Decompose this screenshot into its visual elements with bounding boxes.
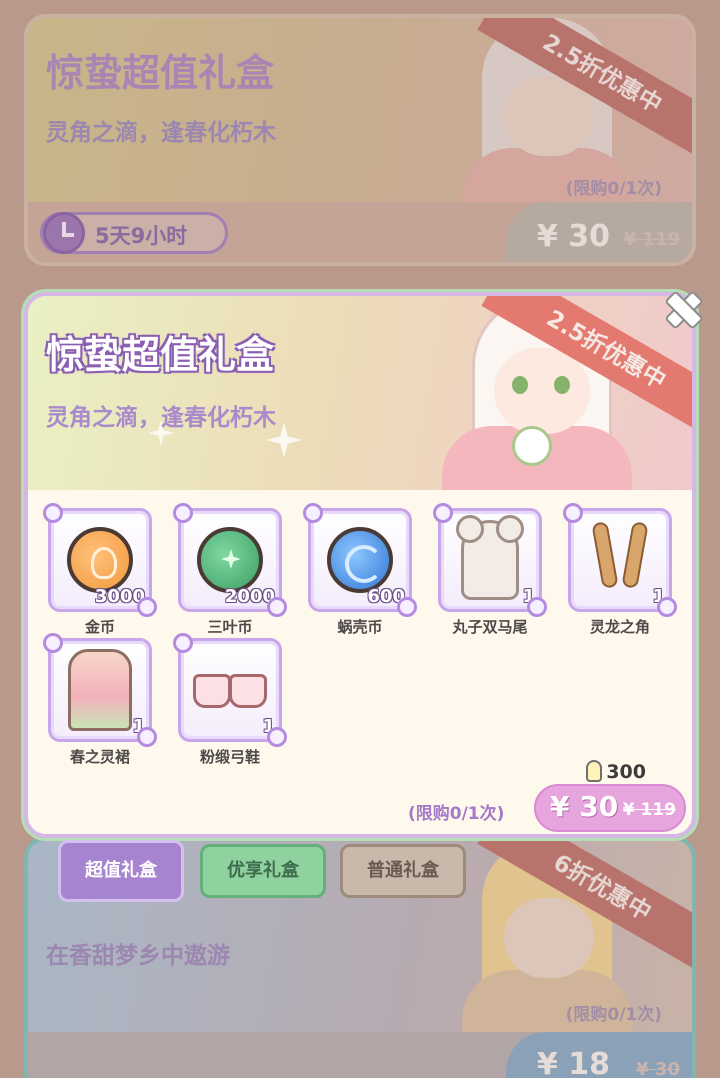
energy-amount: 300	[606, 761, 646, 783]
reward-name: 灵龙之角	[589, 618, 650, 636]
close-icon[interactable]	[664, 290, 700, 326]
reward-item[interactable]: 1 粉缎弓鞋	[173, 633, 287, 767]
reward-count: 600	[367, 586, 405, 607]
reward-count: 1	[522, 586, 535, 607]
twin-bun-hair-icon	[456, 515, 524, 600]
card-subtitle: 灵角之滴，逢春化朽木	[46, 120, 276, 146]
price: ¥ 18	[536, 1047, 610, 1078]
gift-detail-popup: 惊蛰超值礼盒 灵角之滴，逢春化朽木 2.5折优惠中 3000 金币 2000 三…	[24, 292, 696, 838]
card-subtitle: 在香甜梦乡中遨游	[46, 943, 230, 969]
reward-slot: 1	[43, 633, 157, 747]
reward-item[interactable]: 600 蜗壳币	[303, 503, 417, 637]
reward-slot: 3000	[43, 503, 157, 617]
original-price: ¥ 30	[636, 1059, 680, 1078]
reward-list: 3000 金币 2000 三叶币 600 蜗壳币 1 丸子双马尾 1 灵龙之角 …	[28, 490, 692, 834]
original-price: ¥ 119	[623, 229, 680, 250]
card-title: 惊蛰超值礼盒	[46, 51, 275, 95]
reward-name: 粉缎弓鞋	[199, 748, 260, 766]
original-price: ¥ 119	[622, 800, 676, 820]
spring-dress-icon	[68, 649, 132, 731]
reward-slot: 1	[563, 503, 677, 617]
price: ¥ 30	[550, 790, 619, 823]
reward-count: 1	[132, 716, 145, 737]
reward-count: 1	[262, 716, 275, 737]
tab-normal-gift[interactable]: 普通礼盒	[340, 844, 466, 898]
gold-coin-icon	[67, 527, 133, 593]
reward-slot: 2000	[173, 503, 287, 617]
dragon-horn-icon	[585, 522, 655, 598]
reward-name: 春之灵裙	[69, 748, 130, 766]
tab-value-gift[interactable]: 超值礼盒	[58, 840, 184, 902]
countdown-text: 5天9小时	[95, 224, 188, 248]
reward-item[interactable]: 2000 三叶币	[173, 503, 287, 637]
reward-count: 1	[652, 586, 665, 607]
reward-count: 3000	[94, 586, 145, 607]
reward-count: 2000	[224, 586, 275, 607]
reward-name: 三叶币	[207, 618, 253, 636]
clock-icon	[43, 212, 85, 254]
reward-name: 丸子双马尾	[452, 618, 528, 636]
reward-name: 金币	[84, 618, 115, 636]
countdown-timer: 5天9小时	[40, 212, 228, 254]
card-subtitle: 灵角之滴，逢春化朽木	[46, 405, 276, 431]
lightbulb-icon	[586, 760, 603, 782]
reward-item[interactable]: 1 春之灵裙	[43, 633, 157, 767]
reward-slot: 600	[303, 503, 417, 617]
reward-name: 蜗壳币	[337, 618, 383, 636]
reward-slot: 1	[173, 633, 287, 747]
buy-button[interactable]: ¥ 30 ¥ 119	[534, 784, 686, 832]
purchase-limit: (限购0/1次)	[408, 804, 505, 824]
tab-premium-gift[interactable]: 优享礼盒	[200, 844, 326, 898]
card-title: 惊蛰超值礼盒	[46, 333, 275, 377]
reward-item[interactable]: 1 灵龙之角	[563, 503, 677, 637]
shell-coin-icon	[327, 527, 393, 593]
purchase-limit: (限购0/1次)	[565, 179, 662, 199]
price: ¥ 30	[536, 219, 610, 254]
clover-coin-icon	[197, 527, 263, 593]
reward-slot: 1	[433, 503, 547, 617]
gift-card-jingzhe-dim[interactable]: 惊蛰超值礼盒 灵角之滴，逢春化朽木 2.5折优惠中 (限购0/1次) 5天9小时…	[24, 14, 696, 266]
purchase-limit: (限购0/1次)	[565, 1005, 662, 1025]
reward-item[interactable]: 1 丸子双马尾	[433, 503, 547, 637]
reward-item[interactable]: 3000 金币	[43, 503, 157, 637]
pink-shoes-icon	[193, 670, 267, 710]
energy-reward: 300	[586, 760, 646, 783]
